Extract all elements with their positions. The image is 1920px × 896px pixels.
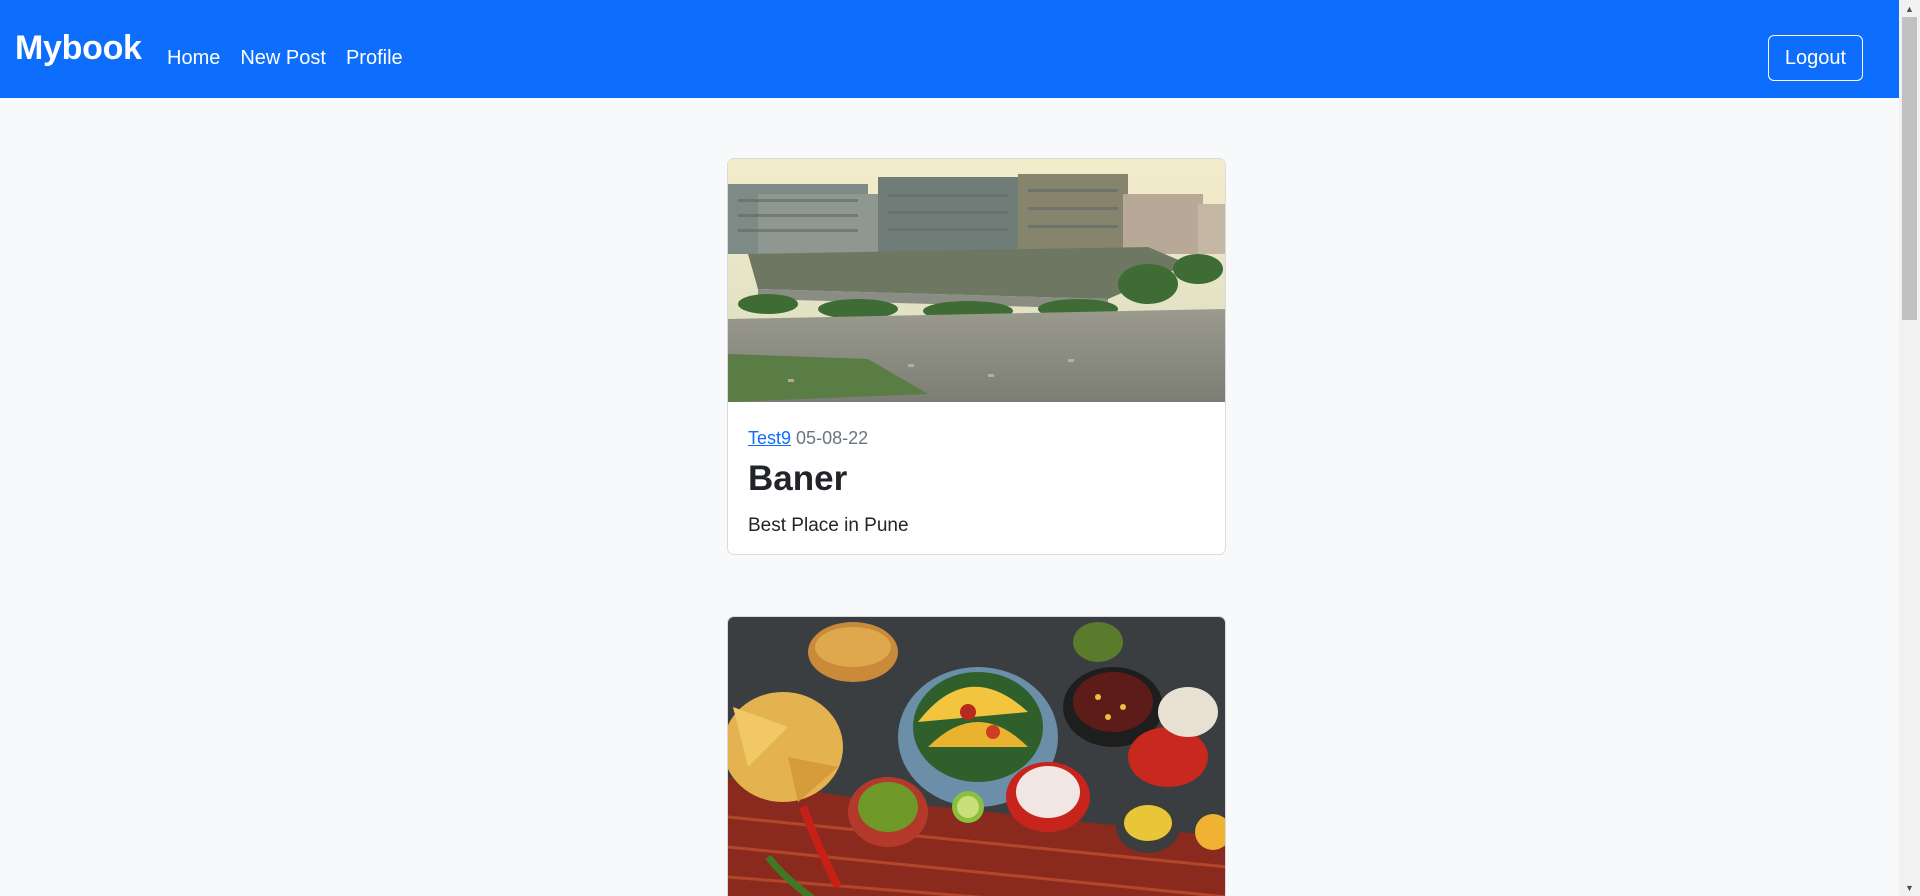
top-navbar: Mybook Home New Post Profile Logout	[0, 0, 1899, 98]
post-image	[728, 159, 1225, 402]
nav-link-home[interactable]: Home	[167, 46, 220, 70]
post-date: 05-08-22	[796, 428, 869, 448]
brand-logo[interactable]: Mybook	[15, 31, 142, 65]
post-body: Test9 05-08-22 Baner Best Place in Pune	[728, 402, 1225, 538]
post-image	[728, 617, 1225, 896]
post-card: Test9 05-08-22 Baner Best Place in Pune	[727, 158, 1226, 555]
logout-button[interactable]: Logout	[1768, 35, 1863, 81]
nav-link-profile[interactable]: Profile	[346, 46, 403, 70]
nav-link-new-post[interactable]: New Post	[240, 46, 326, 70]
mexican-food-photo	[728, 617, 1225, 896]
page: Mybook Home New Post Profile Logout Test…	[0, 0, 1920, 896]
scroll-down-arrow-icon[interactable]: ▼	[1899, 879, 1920, 896]
scroll-thumb[interactable]	[1902, 17, 1917, 320]
post-author-link[interactable]: Test9	[748, 428, 791, 448]
city-mall-photo	[728, 159, 1225, 402]
nav-links: Home New Post Profile	[167, 46, 403, 70]
post-title: Baner	[748, 459, 848, 498]
post-meta: Test9 05-08-22	[748, 427, 1205, 449]
post-card	[727, 616, 1226, 896]
page-scrollbar[interactable]: ▲ ▼	[1899, 0, 1920, 896]
post-description: Best Place in Pune	[748, 515, 909, 536]
scroll-up-arrow-icon[interactable]: ▲	[1899, 0, 1920, 17]
